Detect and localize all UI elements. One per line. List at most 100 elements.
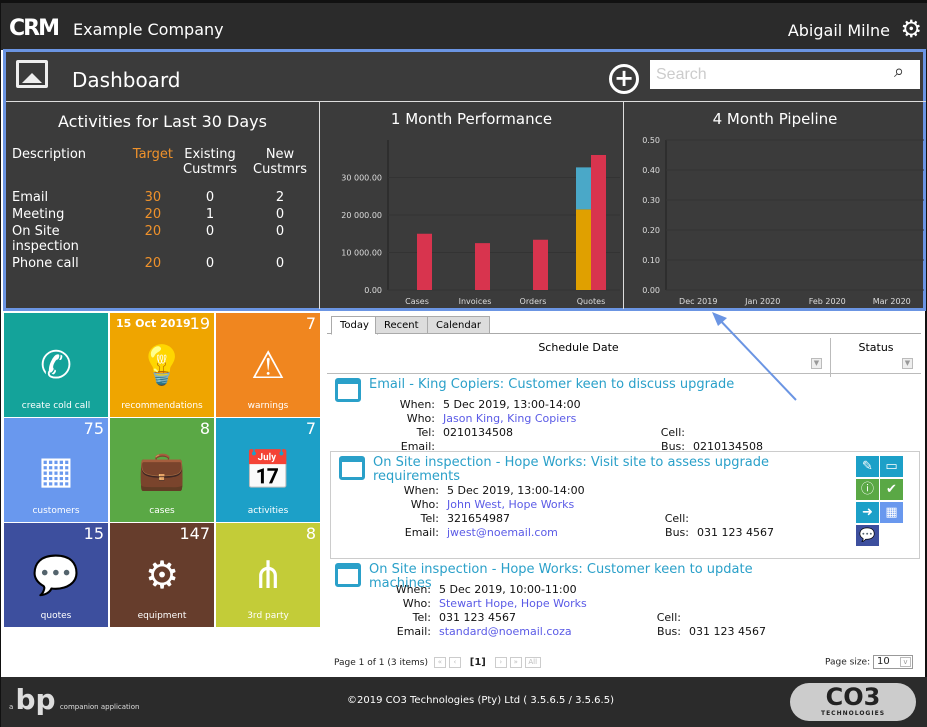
- page-title: Dashboard: [72, 68, 181, 92]
- tile-equipment[interactable]: 147 ⚙ equipment: [110, 523, 214, 627]
- x-tick-label: Dec 2019: [679, 297, 717, 306]
- calendar-icon[interactable]: ▭: [880, 456, 903, 477]
- y-tick-label: 0.10: [642, 256, 660, 265]
- filter-dropdown[interactable]: ▼: [811, 358, 822, 369]
- schedule-list: Today Recent Calendar Schedule Date ▼ St…: [327, 314, 921, 657]
- add-button[interactable]: +: [609, 64, 639, 94]
- tab-today[interactable]: Today: [331, 316, 378, 335]
- activity-name: On Site inspection: [12, 224, 79, 254]
- activity-row: Meeting 20 1 0: [10, 206, 315, 223]
- tile-date: 15 Oct 2019: [116, 317, 191, 330]
- schedule-item[interactable]: On Site inspection - Hope Works: Custome…: [327, 559, 921, 657]
- when-value: 5 Dec 2019, 13:00-14:00: [443, 398, 581, 411]
- x-tick-label: Orders: [520, 297, 547, 306]
- tile-customers[interactable]: 75 ▦ customers: [4, 418, 108, 522]
- activities-title: Activities for Last 30 Days: [58, 112, 267, 131]
- activity-name: Email: [12, 190, 49, 205]
- gear-icon[interactable]: ⚙: [900, 15, 922, 43]
- chat-icon[interactable]: 💬: [856, 525, 879, 546]
- share-icon: ⋔: [252, 553, 284, 597]
- all-pages-button[interactable]: All: [524, 657, 541, 668]
- tile-cases[interactable]: 8 💼 cases: [110, 418, 214, 522]
- tile-recommendations[interactable]: 15 Oct 2019 19 💡 recommendations: [110, 313, 214, 417]
- x-tick-label: Jan 2020: [744, 297, 780, 306]
- who-value[interactable]: Stewart Hope, Hope Works: [439, 597, 587, 610]
- check-icon[interactable]: ✔: [880, 479, 903, 500]
- tile-count: 7: [305, 419, 316, 438]
- tile-activities[interactable]: 7 📅 activities: [216, 418, 320, 522]
- who-value[interactable]: John West, Hope Works: [447, 498, 574, 511]
- filter-dropdown[interactable]: ▼: [902, 358, 913, 369]
- x-tick-label: Mar 2020: [873, 297, 911, 306]
- bar-cases: [417, 233, 432, 290]
- new-value: 2: [275, 190, 285, 205]
- email-value[interactable]: jwest@noemail.com: [447, 526, 558, 539]
- chat-icon: 💬: [32, 553, 80, 597]
- email-label: Email:: [404, 526, 439, 539]
- bar-quotes: [576, 209, 591, 290]
- schedule-item[interactable]: Email - King Copiers: Customer keen to d…: [327, 374, 921, 453]
- bus-label: Bus:: [657, 625, 681, 638]
- activity-row: On Site inspection 20 0 0: [10, 223, 315, 255]
- tile-quotes[interactable]: 15 💬 quotes: [4, 523, 108, 627]
- target-value: 30: [144, 190, 162, 205]
- tile-create-cold-call[interactable]: ✆ create cold call: [4, 313, 108, 417]
- tab-calendar[interactable]: Calendar: [427, 316, 490, 334]
- tile-label: customers: [32, 506, 80, 516]
- chevron-down-icon[interactable]: v: [900, 657, 911, 667]
- action-buttons: ✎ ▭ⓘ ✔➜ ▦💬: [855, 456, 905, 548]
- tile-count: 8: [305, 524, 316, 543]
- tile-warnings[interactable]: 7 ⚠ warnings: [216, 313, 320, 417]
- x-tick-label: Quotes: [577, 297, 606, 306]
- search-icon[interactable]: ⌕: [894, 61, 904, 82]
- search-input[interactable]: [650, 60, 920, 89]
- company-name: Example Company: [73, 20, 224, 39]
- building-icon[interactable]: ▦: [880, 502, 903, 523]
- when-value: 5 Dec 2019, 13:00-14:00: [447, 484, 585, 497]
- gears-icon: ⚙: [144, 553, 180, 597]
- last-page-button[interactable]: »: [509, 657, 522, 668]
- item-title[interactable]: On Site inspection - Hope Works: Visit s…: [373, 456, 793, 484]
- y-tick-label: 0.40: [642, 166, 660, 175]
- performance-chart: 0.00 10 000.00 20 000.00 30 000.00 Cases Invo…: [341, 140, 620, 306]
- page-size-select[interactable]: 10 v: [873, 655, 913, 669]
- cell-label: Cell:: [664, 512, 689, 525]
- dashboard-panel: Dashboard + ⌕ Activities for Last 30 Day…: [3, 49, 926, 311]
- col-schedule-date[interactable]: Schedule Date: [327, 341, 830, 354]
- phone-icon: ✆: [40, 343, 72, 387]
- edit-icon[interactable]: ✎: [856, 456, 879, 477]
- when-label: When:: [395, 583, 431, 596]
- briefcase-icon: 💼: [138, 448, 186, 492]
- y-tick-label: 20 000.00: [341, 211, 382, 220]
- building-icon: ▦: [38, 448, 74, 492]
- chart-title: 1 Month Performance: [390, 110, 553, 128]
- col-target: Target: [132, 147, 173, 162]
- prev-page-button[interactable]: ‹: [448, 657, 461, 668]
- arrow-right-icon[interactable]: ➜: [856, 502, 879, 523]
- current-page[interactable]: [1]: [470, 657, 486, 668]
- tile-label: create cold call: [21, 401, 91, 411]
- tile-3rd-party[interactable]: 8 ⋔ 3rd party: [216, 523, 320, 627]
- email-value[interactable]: standard@noemail.coza: [439, 625, 572, 638]
- schedule-item[interactable]: On Site inspection - Hope Works: Visit s…: [330, 451, 920, 559]
- bar-quotes: [576, 167, 591, 210]
- pipeline-chart: 0.00 0.10 0.20 0.30 0.40 0.50 Dec 2019 Jan 2020…: [642, 136, 924, 306]
- who-value[interactable]: Jason King, King Copiers: [443, 412, 576, 425]
- tab-recent[interactable]: Recent: [375, 316, 428, 334]
- info-icon[interactable]: ⓘ: [856, 479, 879, 500]
- co3-logo: CO3 TECHNOLOGIES: [790, 683, 916, 721]
- tel-value: 321654987: [447, 512, 510, 525]
- user-name[interactable]: Abigail Milne: [788, 21, 890, 40]
- tile-count: 75: [83, 419, 104, 438]
- first-page-button[interactable]: «: [433, 657, 446, 668]
- existing-value: 0: [205, 190, 215, 205]
- tile-count: 19: [189, 314, 210, 333]
- tel-label: Tel:: [412, 611, 431, 624]
- copyright: ©2019 CO3 Technologies (Pty) Ltd ( 3.5.6…: [347, 695, 614, 706]
- new-value: 0: [275, 224, 285, 239]
- item-title[interactable]: Email - King Copiers: Customer keen to d…: [369, 378, 789, 392]
- tel-value: 0210134508: [443, 426, 513, 439]
- next-page-button[interactable]: ›: [494, 657, 507, 668]
- tile-count: 8: [199, 419, 210, 438]
- when-label: When:: [403, 484, 439, 497]
